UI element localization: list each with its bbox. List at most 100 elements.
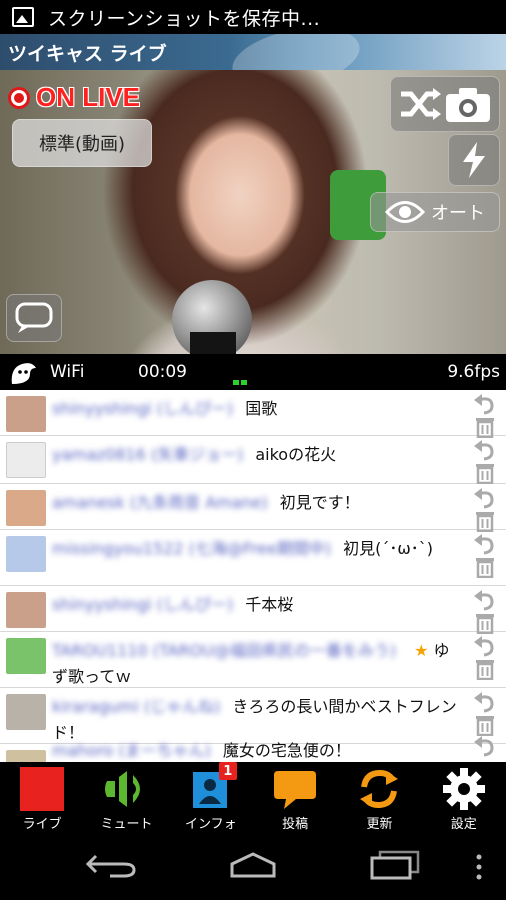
bottom-toolbar: ライブ ミュート 1 インフォ 投稿 更新 設定	[0, 762, 506, 832]
exposure-auto-label: オート	[431, 203, 485, 224]
avatar[interactable]	[6, 536, 46, 572]
settings-button[interactable]: 設定	[422, 762, 506, 832]
post-label: 投稿	[282, 817, 309, 832]
camera-icon	[446, 88, 490, 122]
info-button[interactable]: 1 インフォ	[169, 762, 253, 832]
undo-icon[interactable]	[472, 394, 498, 416]
gear-icon	[442, 767, 485, 810]
status-bar: スクリーンショットを保存中...	[0, 0, 506, 34]
undo-icon[interactable]	[472, 534, 498, 556]
live-button[interactable]: ライブ	[0, 762, 84, 832]
home-icon[interactable]	[226, 850, 280, 880]
comment-username[interactable]: TAROU1110 (TAROU@福田県民の一番をみう)	[52, 641, 396, 660]
avatar[interactable]	[6, 442, 46, 478]
twitcasting-mascot-icon	[11, 363, 36, 384]
speaker-icon	[105, 770, 141, 807]
comment-row: kiraragumi (じゃんね) きろろの長い間かベストフレンド！	[0, 688, 506, 744]
comment-actions	[472, 440, 500, 484]
comment-actions	[472, 534, 500, 578]
record-icon	[8, 86, 30, 109]
undo-icon[interactable]	[472, 736, 498, 758]
quality-button[interactable]: 標準(動画)	[12, 119, 152, 167]
eye-icon	[385, 201, 425, 223]
refresh-icon	[360, 769, 399, 808]
comment-username[interactable]: mahoro (まーちゃん)	[52, 741, 211, 760]
mute-button[interactable]: ミュート	[84, 762, 168, 832]
flash-button[interactable]	[448, 134, 500, 186]
overflow-menu-icon[interactable]	[474, 854, 484, 880]
comment-username[interactable]: shinyyshingi (しんぴー)	[52, 595, 233, 614]
comment-message: 初見(´･ω･`)	[343, 539, 433, 558]
comment-actions	[472, 488, 500, 532]
stream-info-bar: WiFi 00:09 9.6fps	[0, 354, 506, 390]
post-button[interactable]: 投稿	[253, 762, 337, 832]
comment-username[interactable]: shinyyshingi (しんぴー)	[52, 399, 233, 418]
back-icon[interactable]	[84, 852, 138, 880]
comment-actions	[472, 590, 500, 634]
comment-username[interactable]: missingyou1522 (七海@Free期間中)	[52, 539, 331, 558]
comment-message: 魔女の宅急便の！	[222, 741, 351, 760]
avatar[interactable]	[6, 638, 46, 674]
audio-level-meter	[233, 380, 247, 385]
trash-icon[interactable]	[472, 462, 498, 484]
shuffle-icon	[401, 88, 441, 120]
avatar[interactable]	[6, 490, 46, 526]
comment-username[interactable]: amanesk (九条雨音 Amane)	[52, 493, 268, 512]
trash-icon[interactable]	[472, 556, 498, 578]
comment-row: missingyou1522 (七海@Free期間中) 初見(´･ω･`)	[0, 530, 506, 586]
trash-icon[interactable]	[472, 658, 498, 680]
comment-actions	[472, 692, 500, 736]
undo-icon[interactable]	[472, 636, 498, 658]
mute-label: ミュート	[100, 817, 153, 832]
switch-camera-button[interactable]	[390, 76, 500, 132]
trash-icon[interactable]	[472, 714, 498, 736]
system-navigation-bar	[0, 832, 506, 900]
refresh-label: 更新	[366, 817, 393, 832]
undo-icon[interactable]	[472, 488, 498, 510]
live-icon	[18, 766, 66, 811]
trash-icon[interactable]	[472, 416, 498, 438]
comment-row: shinyyshingi (しんぴー) 国歌	[0, 390, 506, 438]
exposure-auto-button[interactable]: オート	[370, 192, 500, 232]
star-icon: ★	[414, 641, 429, 660]
app-title: ツイキャス ライブ	[8, 42, 167, 65]
comment-actions	[472, 636, 500, 680]
recent-apps-icon[interactable]	[368, 850, 422, 880]
trash-icon[interactable]	[472, 612, 498, 634]
speech-bubble-icon	[15, 302, 53, 333]
avatar[interactable]	[6, 592, 46, 628]
camera-preview[interactable]: ON LIVE 標準(動画) オート	[0, 70, 506, 354]
refresh-button[interactable]: 更新	[337, 762, 421, 832]
notification-badge: 1	[218, 762, 237, 780]
comment-username[interactable]: kiraragumi (じゃんね)	[52, 697, 220, 716]
screenshot-icon	[12, 7, 34, 27]
comment-row: mahoro (まーちゃん) 魔女の宅急便の！	[0, 736, 506, 762]
microphone-handle	[190, 332, 236, 354]
comment-row: shinyyshingi (しんぴー) 千本桜	[0, 586, 506, 634]
comment-message: 千本桜	[245, 595, 294, 614]
on-live-label: ON LIVE	[36, 82, 141, 112]
comment-actions	[472, 736, 500, 758]
speech-bubble-icon	[274, 770, 317, 809]
chat-overlay-button[interactable]	[6, 294, 62, 342]
network-type: WiFi	[50, 362, 85, 382]
comment-username[interactable]: yamaz0816 (矢車ジョー)	[52, 445, 243, 464]
comment-list[interactable]: shinyyshingi (しんぴー) 国歌 yamaz0816 (矢車ジョー) a…	[0, 390, 506, 762]
app-title-bar: ツイキャス ライブ	[0, 34, 506, 70]
comment-message: 初見です！	[279, 493, 360, 512]
avatar[interactable]	[6, 750, 46, 762]
on-live-indicator: ON LIVE	[8, 82, 140, 113]
undo-icon[interactable]	[472, 692, 498, 714]
status-notification: スクリーンショットを保存中...	[48, 7, 321, 30]
settings-label: 設定	[450, 817, 477, 832]
flash-icon	[463, 142, 485, 178]
avatar[interactable]	[6, 694, 46, 730]
elapsed-time: 00:09	[138, 362, 187, 382]
comment-message: aikoの花火	[255, 445, 337, 464]
trash-icon[interactable]	[472, 510, 498, 532]
avatar[interactable]	[6, 396, 46, 432]
undo-icon[interactable]	[472, 440, 498, 462]
undo-icon[interactable]	[472, 590, 498, 612]
live-label: ライブ	[22, 817, 62, 832]
comment-row: amanesk (九条雨音 Amane) 初見です！	[0, 484, 506, 532]
